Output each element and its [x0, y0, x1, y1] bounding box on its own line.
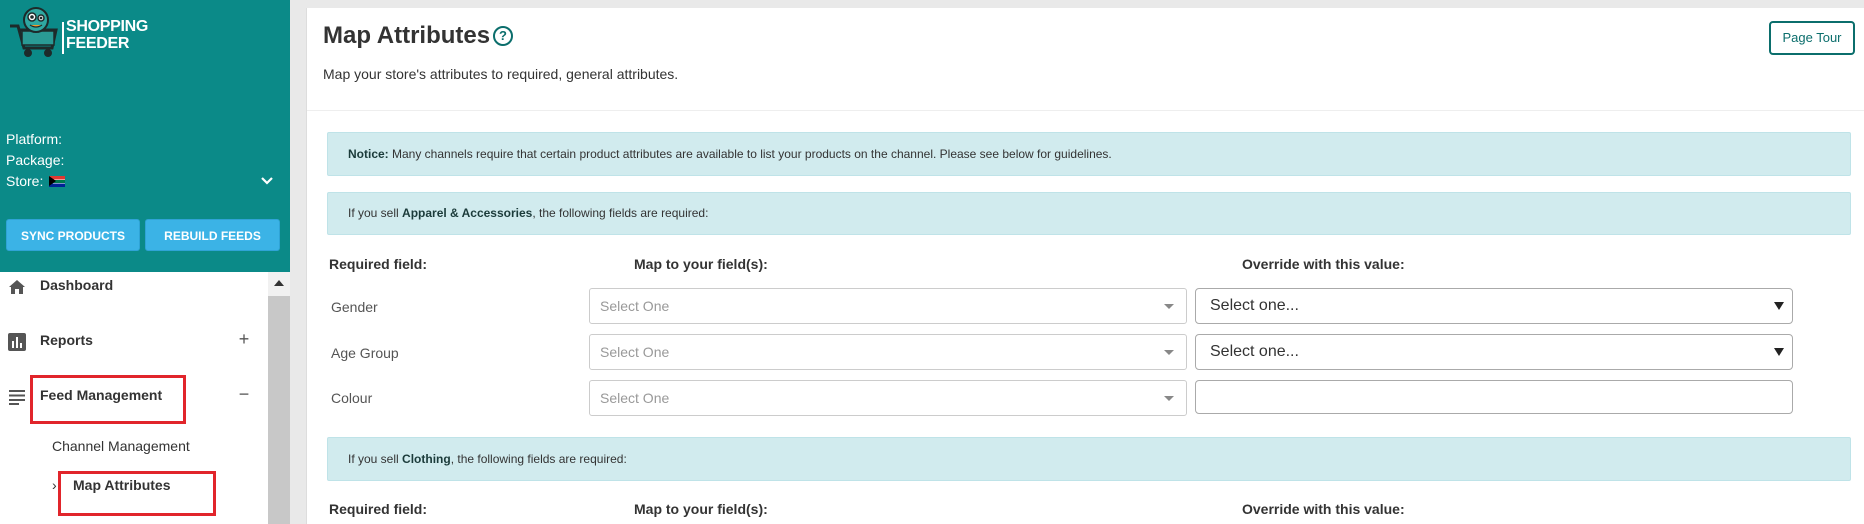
column-header-required: Required field: — [329, 501, 428, 517]
select-placeholder: Select One — [600, 344, 670, 360]
store-meta: Platform: Package: Store: — [6, 129, 66, 192]
south-africa-flag-icon — [49, 176, 66, 187]
sidebar-header: SHOPPING FEEDER Platform: Package: Store… — [0, 0, 290, 272]
section-suffix: , the following fields are required: — [532, 206, 709, 220]
sidebar-item-reports[interactable]: Reports + — [0, 323, 268, 359]
override-value: Select one... — [1210, 343, 1299, 360]
platform-label: Platform: — [6, 131, 63, 147]
collapse-minus-icon[interactable]: − — [236, 384, 252, 405]
sidebar-item-dashboard[interactable]: Dashboard — [0, 268, 268, 304]
age-group-override-select[interactable]: Select one... — [1195, 334, 1793, 370]
dropdown-caret-icon — [1164, 396, 1174, 401]
override-value: Select one... — [1210, 297, 1299, 314]
page-subtitle: Map your store's attributes to required,… — [323, 66, 679, 82]
section-category: Clothing — [402, 452, 451, 466]
highlight-box-map-attributes — [58, 471, 216, 516]
header-divider — [307, 110, 1864, 111]
dropdown-triangle-icon — [1774, 302, 1784, 310]
column-header-map: Map to your field(s): — [634, 501, 768, 517]
sidebar-scrollbar[interactable] — [268, 272, 290, 524]
logo-line-2: FEEDER — [66, 35, 130, 52]
age-group-map-select[interactable]: Select One — [589, 334, 1187, 370]
page-tour-button[interactable]: Page Tour — [1769, 21, 1855, 55]
sidebar-item-label: Reports — [40, 332, 93, 348]
sync-products-button[interactable]: SYNC PRODUCTS — [6, 219, 140, 251]
notice-lead: Notice: — [348, 147, 389, 161]
row-label-colour: Colour — [331, 390, 373, 406]
scroll-up-arrow-icon[interactable] — [268, 272, 290, 296]
row-label-gender: Gender — [331, 299, 378, 315]
expand-plus-icon[interactable]: + — [236, 329, 252, 350]
dropdown-caret-icon — [1164, 304, 1174, 309]
logo-text: SHOPPING FEEDER — [66, 18, 148, 52]
colour-map-select[interactable]: Select One — [589, 380, 1187, 416]
dropdown-triangle-icon — [1774, 348, 1784, 356]
column-header-map: Map to your field(s): — [634, 256, 768, 272]
highlight-box-feed-management — [30, 375, 186, 424]
logo-divider — [62, 22, 64, 54]
colour-override-input[interactable] — [1195, 380, 1793, 414]
sidebar-item-label: Dashboard — [40, 277, 114, 293]
section-banner-clothing: If you sell Clothing, the following fiel… — [327, 437, 1851, 481]
section-suffix: , the following fields are required: — [450, 452, 627, 466]
shopping-feeder-logo[interactable]: SHOPPING FEEDER — [6, 4, 166, 60]
bar-chart-icon — [8, 333, 26, 351]
package-label: Package: — [6, 152, 65, 168]
logo-line-1: SHOPPING — [66, 18, 149, 35]
cart-mascot-icon — [10, 7, 58, 57]
active-arrow-icon: › — [52, 477, 57, 493]
select-placeholder: Select One — [600, 298, 670, 314]
sidebar-subitem-channel-management[interactable]: Channel Management — [52, 438, 190, 454]
select-placeholder: Select One — [600, 390, 670, 406]
rebuild-feeds-button[interactable]: REBUILD FEEDS — [145, 219, 280, 251]
section-prefix: If you sell — [348, 206, 403, 220]
store-chevron-down-icon[interactable] — [260, 174, 274, 188]
notice-banner: Notice: Many channels require that certa… — [327, 132, 1851, 176]
home-icon — [9, 280, 25, 294]
store-row: Store: — [6, 171, 66, 192]
dropdown-caret-icon — [1164, 350, 1174, 355]
column-header-override: Override with this value: — [1242, 256, 1405, 272]
store-label: Store: — [6, 173, 44, 189]
help-question-icon[interactable]: ? — [493, 26, 513, 46]
notice-text: Many channels require that certain produ… — [388, 147, 1112, 161]
section-prefix: If you sell — [348, 452, 403, 466]
list-icon — [9, 390, 25, 405]
gender-override-select[interactable]: Select one... — [1195, 288, 1793, 324]
column-header-override: Override with this value: — [1242, 501, 1405, 517]
gender-map-select[interactable]: Select One — [589, 288, 1187, 324]
main-panel: Map Attributes ? Map your store's attrib… — [306, 8, 1864, 524]
section-banner-apparel: If you sell Apparel & Accessories, the f… — [327, 192, 1851, 235]
page-title: Map Attributes — [323, 22, 491, 49]
column-header-required: Required field: — [329, 256, 428, 272]
row-label-age-group: Age Group — [331, 345, 399, 361]
section-category: Apparel & Accessories — [402, 206, 533, 220]
sidebar: SHOPPING FEEDER Platform: Package: Store… — [0, 0, 290, 524]
